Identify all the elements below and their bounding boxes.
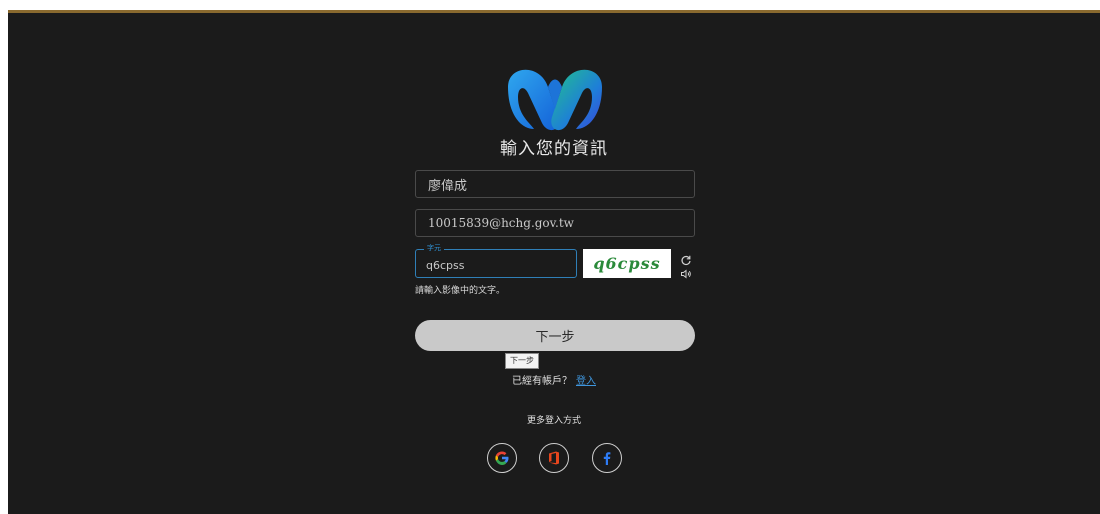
account-prompt: 已經有帳戶？ [512,376,572,387]
name-input[interactable] [416,171,694,197]
captcha-input[interactable] [416,250,576,277]
account-line: 已經有帳戶？ 登入 [8,372,1100,387]
captcha-legend: 字元 [424,243,444,253]
office-icon [549,451,559,465]
facebook-login-button[interactable] [592,443,622,473]
login-content: 輸入您的資訊 字元 q6cpss 請輸入影像中的文字。 下一步 下一步 已經有帳… [8,13,1100,514]
name-field[interactable] [415,170,695,198]
google-icon [495,451,509,465]
login-window: 輸入您的資訊 字元 q6cpss 請輸入影像中的文字。 下一步 下一步 已經有帳… [8,10,1100,514]
facebook-icon [603,452,611,465]
login-link[interactable]: 登入 [576,376,596,387]
page-title: 輸入您的資訊 [500,139,608,159]
next-button-tooltip: 下一步 [505,353,539,369]
office-login-button[interactable] [539,443,569,473]
refresh-icon[interactable] [680,254,692,266]
next-button[interactable]: 下一步 [415,320,695,351]
captcha-image: q6cpss [583,249,671,278]
google-login-button[interactable] [487,443,517,473]
audio-icon[interactable] [680,268,692,280]
captcha-field[interactable]: 字元 [415,243,577,278]
email-field[interactable] [415,209,695,237]
more-login-label: 更多登入方式 [526,416,581,426]
captcha-hint: 請輸入影像中的文字。 [415,286,506,296]
webex-logo [508,69,602,131]
email-input[interactable] [416,210,694,236]
